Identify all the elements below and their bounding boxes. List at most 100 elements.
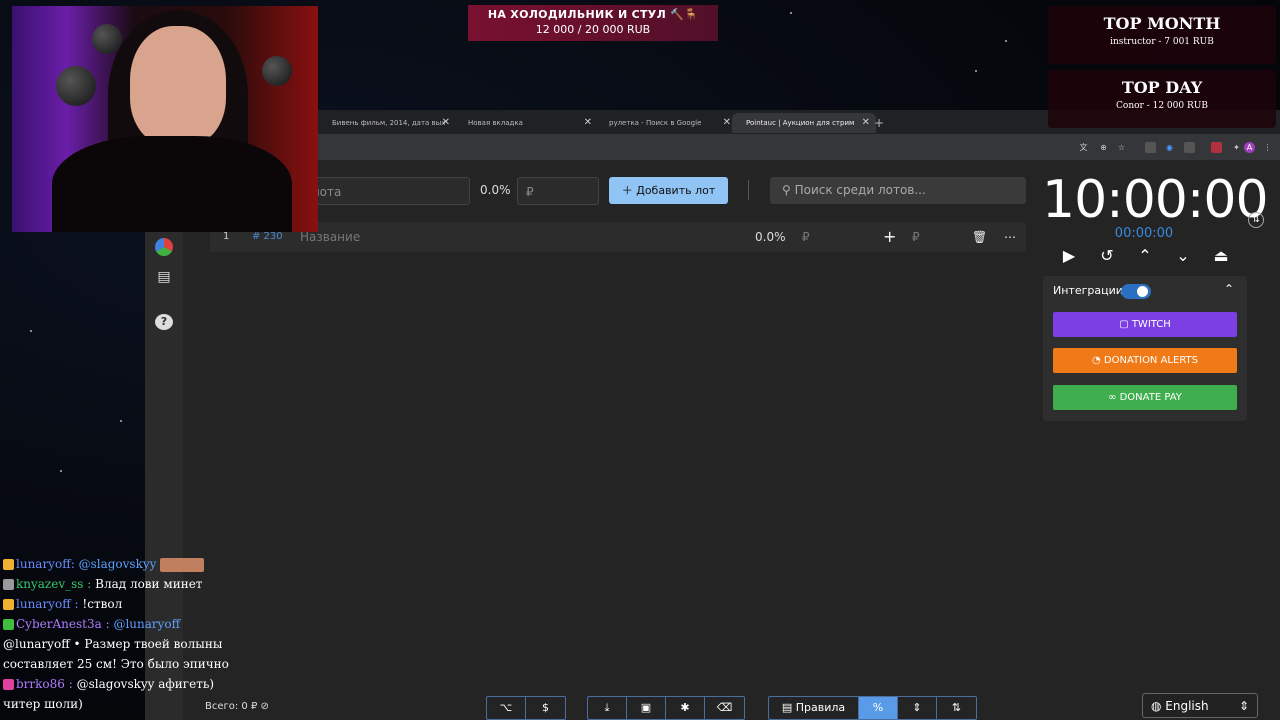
language-select[interactable]: ◍ English ⇕ (1142, 693, 1258, 718)
donate-pay-button[interactable]: ∞ DONATE PAY (1053, 385, 1237, 410)
chat-message: brrko86 : @slagovskyy афигеть) читер шол… (3, 674, 233, 714)
split-icon[interactable]: ⇕ (898, 697, 937, 719)
donate-dollar-icon[interactable]: $ (526, 697, 565, 719)
chat-text: @lunaryoff • Размер твоей волыны составл… (3, 637, 229, 671)
integrations-toggle[interactable] (1121, 284, 1151, 299)
chat-message: lunaryoff : !ствол (3, 594, 233, 614)
top-day-title: TOP DAY (1121, 78, 1203, 97)
chat-sep: : (87, 577, 92, 591)
percent-mode-icon[interactable]: % (859, 697, 898, 719)
top-month-title: TOP MONTH (1103, 14, 1221, 33)
save-icon[interactable]: ▣ (627, 697, 666, 719)
chat-sep: : (74, 597, 79, 611)
goal-title: НА ХОЛОДИЛЬНИК И СТУЛ 🔨🪑 (487, 8, 699, 21)
search-placeholder: Поиск среди лотов... (794, 183, 926, 197)
chat-message: CyberAnest3a : @lunaryoff (3, 614, 233, 634)
donation-alerts-icon: ◔ (1091, 355, 1104, 366)
browser-tab[interactable]: Бивень фильм, 2014, дата вых ✕ (318, 113, 456, 133)
browser-tab-active[interactable]: Pointauc | Аукцион для стрим ✕ (732, 113, 876, 133)
add-amount-button[interactable]: + (883, 222, 896, 252)
bug-icon[interactable]: ✱ (666, 697, 705, 719)
eject-icon[interactable]: ⏏ (1210, 246, 1232, 265)
twitch-label: TWITCH (1131, 319, 1171, 330)
tab-title: Новая вкладка (468, 119, 523, 127)
divider (748, 180, 749, 200)
plus-icon: ＋ (621, 184, 637, 197)
star (1005, 40, 1007, 42)
top-month-detail: instructor - 7 001 RUB (1110, 37, 1214, 47)
close-tab-icon[interactable]: ✕ (442, 113, 450, 133)
language-value: English (1165, 699, 1209, 713)
add-lot-button[interactable]: ＋ Добавить лот (609, 177, 728, 204)
play-icon[interactable]: ▶ (1058, 246, 1080, 265)
new-tab-button[interactable]: + (870, 113, 888, 133)
tab-title: рулетка - Поиск в Google (609, 119, 702, 127)
extension-icon[interactable] (1184, 142, 1195, 153)
add-amount-field[interactable]: ₽ (912, 222, 920, 252)
chat-user: lunaryoff (16, 557, 71, 571)
zoom-icon[interactable]: ⊕ (1098, 142, 1109, 153)
github-icon[interactable]: ⌥ (487, 697, 526, 719)
donation-alerts-button[interactable]: ◔ DONATION ALERTS (1053, 348, 1237, 373)
top-month-box: TOP MONTH instructor - 7 001 RUB (1048, 6, 1276, 64)
wheel-icon[interactable] (155, 238, 173, 256)
amount-input[interactable]: ₽ (517, 177, 599, 205)
extensions-puzzle-icon[interactable]: ✦ (1231, 142, 1242, 153)
donate-pay-label: DONATE PAY (1119, 392, 1182, 403)
extension-icon[interactable]: ◉ (1164, 142, 1175, 153)
star (790, 12, 792, 14)
twitch-button[interactable]: ▢ TWITCH (1053, 312, 1237, 337)
bookmark-star-icon[interactable]: ☆ (1116, 142, 1127, 153)
chat-message: lunaryoff: @slagovskyy (3, 554, 233, 574)
clipboard-icon[interactable]: ▤ (155, 269, 173, 285)
reset-icon[interactable]: ↺ (1096, 246, 1118, 265)
rules-label: Правила (795, 701, 846, 714)
close-tab-icon[interactable]: ✕ (723, 113, 731, 133)
more-options-icon[interactable]: ⋯ (1004, 222, 1016, 252)
translate-icon[interactable]: 文 (1078, 142, 1089, 153)
toolbar-group-links: ⌥ $ (486, 696, 566, 720)
close-tab-icon[interactable]: ✕ (862, 113, 870, 133)
chat-overlay: lunaryoff: @slagovskyy knyazev_ss : Влад… (3, 554, 233, 714)
tab-title: Бивень фильм, 2014, дата вых (332, 119, 446, 127)
lot-name-input[interactable]: лота (303, 177, 470, 205)
donation-alerts-label: DONATION ALERTS (1103, 355, 1199, 366)
extension-icon[interactable] (1145, 142, 1156, 153)
hide-eye-icon[interactable]: ⊘ (261, 701, 269, 712)
menu-dots-icon[interactable]: ⋮ (1262, 142, 1273, 153)
swap-timer-icon[interactable]: ⇅ (1248, 212, 1264, 228)
lot-search-input[interactable]: ⚲ Поиск среди лотов... (770, 177, 1026, 204)
rules-button[interactable]: ▤ Правила (769, 697, 859, 719)
percent-label: 0.0% (480, 183, 511, 197)
decrease-time-icon[interactable]: ⌄ (1172, 246, 1194, 265)
donation-goal: НА ХОЛОДИЛЬНИК И СТУЛ 🔨🪑 12 000 / 20 000… (468, 5, 718, 41)
lot-amount: ₽ (802, 230, 810, 244)
chat-sep: : (68, 677, 73, 691)
chat-message: knyazev_ss : Влад лови минет (3, 574, 233, 594)
integrations-label: Интеграции (1053, 284, 1123, 297)
badge-icon (3, 619, 14, 630)
streamer-face (130, 26, 226, 146)
emote-icon (160, 557, 205, 572)
top-day-box: TOP DAY Conor - 12 000 RUB (1048, 70, 1276, 128)
browser-tab[interactable]: рулетка - Поиск в Google ✕ (595, 113, 737, 133)
increase-time-icon[interactable]: ⌃ (1134, 246, 1156, 265)
toolbar-group-view: ▤ Правила % ⇕ ⇅ (768, 696, 977, 720)
sort-icon[interactable]: ⇅ (937, 697, 976, 719)
goal-amount: 12 000 / 20 000 RUB (535, 23, 651, 36)
delete-icon[interactable]: 🗑 (972, 222, 987, 252)
browser-tab[interactable]: Новая вкладка ✕ (454, 113, 598, 133)
profile-avatar-icon[interactable]: A (1244, 142, 1255, 153)
badge-icon (3, 559, 14, 570)
clear-icon[interactable]: ⌫ (705, 697, 744, 719)
badge-icon (3, 599, 14, 610)
download-icon[interactable]: ⤓ (588, 697, 627, 719)
chat-text: Влад лови минет (95, 577, 203, 591)
chat-user: knyazev_ss (16, 577, 84, 591)
extension-icon[interactable] (1211, 142, 1222, 153)
close-tab-icon[interactable]: ✕ (584, 113, 592, 133)
toolbar-group-files: ⤓ ▣ ✱ ⌫ (587, 696, 745, 720)
chat-user: brrko86 (16, 677, 65, 691)
help-icon[interactable]: ? (155, 314, 173, 330)
collapse-chevron-icon[interactable]: ⌃ (1224, 282, 1234, 296)
